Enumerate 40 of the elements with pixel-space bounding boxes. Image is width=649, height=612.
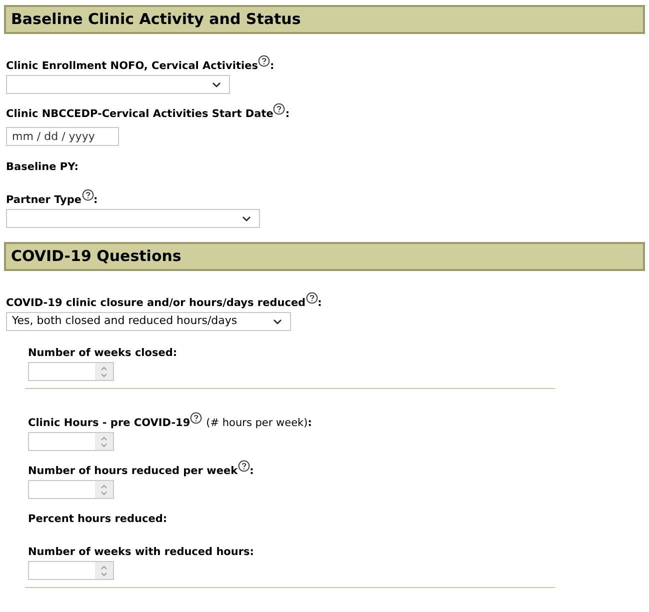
help-icon[interactable]: [273, 103, 286, 115]
dropdown[interactable]: [6, 75, 230, 94]
section-header: COVID-19 Questions: [4, 242, 645, 271]
label-colon: :: [318, 297, 322, 310]
field-label: Partner Type: [6, 194, 82, 207]
label-colon: :: [285, 108, 290, 121]
number-field[interactable]: [28, 362, 114, 381]
field-note: (# hours per week): [206, 417, 308, 430]
field-label: Clinic Hours - pre COVID-19: [28, 417, 190, 430]
field-label: Clinic NBCCEDP-Cervical Activities Start Date: [6, 108, 274, 121]
spinner-icon[interactable]: [95, 433, 113, 450]
field-label: Number of hours reduced per week: [28, 465, 238, 478]
field-label: Number of weeks closed:: [28, 347, 178, 360]
number-field[interactable]: [28, 432, 114, 451]
chevron-icon: [242, 216, 251, 222]
field-label: Clinic Enrollment NOFO, Cervical Activities: [6, 60, 258, 73]
label-colon: :: [94, 194, 98, 207]
help-icon[interactable]: [82, 189, 94, 201]
section-header: Baseline Clinic Activity and Status: [4, 5, 645, 34]
number-field[interactable]: [28, 561, 114, 580]
date-field[interactable]: mm / dd / yyyy: [6, 127, 119, 146]
field-label: Baseline PY:: [6, 161, 78, 174]
label-colon: :: [250, 465, 254, 478]
label-colon: :: [270, 60, 274, 73]
spinner-icon[interactable]: [95, 481, 113, 498]
help-icon[interactable]: [258, 55, 270, 67]
chevron-icon: [273, 318, 282, 324]
field-label: COVID-19 clinic closure and/or hours/days reduced: [6, 297, 306, 310]
label-colon: :: [308, 417, 312, 430]
number-field[interactable]: [28, 480, 114, 499]
spinner-icon[interactable]: [95, 363, 113, 380]
chevron-icon: [212, 82, 221, 88]
field-label: Percent hours reduced:: [28, 513, 168, 526]
help-icon[interactable]: [190, 412, 202, 424]
field-label: Number of weeks with reduced hours:: [28, 546, 254, 559]
help-icon[interactable]: [306, 292, 318, 304]
dropdown[interactable]: [6, 209, 260, 228]
dropdown[interactable]: Yes, both closed and reduced hours/days: [6, 312, 291, 331]
help-icon[interactable]: [238, 460, 250, 472]
spinner-icon[interactable]: [95, 562, 113, 579]
